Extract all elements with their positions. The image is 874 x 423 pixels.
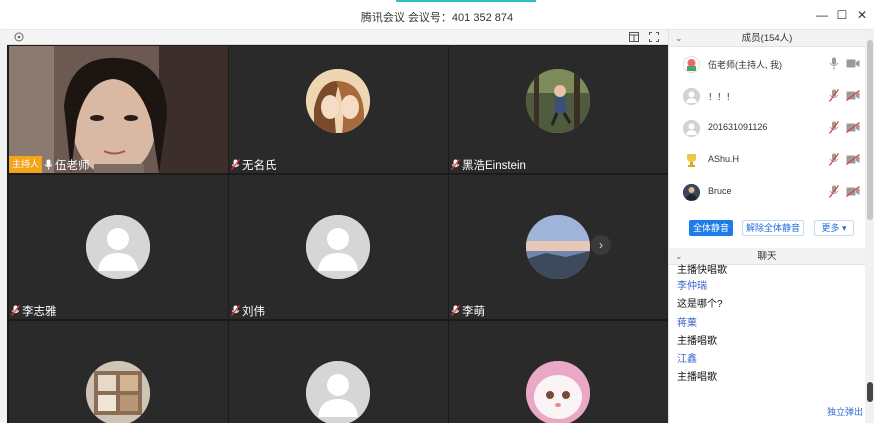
window-title: 腾讯会议 会议号：401 352 874 xyxy=(360,12,514,24)
member-row[interactable]: AShu.H xyxy=(669,144,865,176)
participant-name: 伍老师 xyxy=(55,159,90,172)
mic-muted-icon[interactable] xyxy=(829,89,839,102)
next-page-button[interactable]: › xyxy=(591,235,611,255)
collapse-icon[interactable]: ⌄ xyxy=(675,248,683,265)
mic-muted-icon[interactable] xyxy=(829,153,839,166)
tile-4-namebar: 李志雅 xyxy=(9,302,57,319)
mic-muted-icon xyxy=(11,305,20,316)
default-person-avatar xyxy=(86,215,150,279)
camera-off-icon[interactable] xyxy=(846,90,860,101)
video-options-icon[interactable] xyxy=(13,32,24,43)
toy-shelf-avatar xyxy=(86,361,150,423)
tile-2-namebar: 无名氏 xyxy=(229,156,277,173)
layout-switch-icon[interactable] xyxy=(628,32,639,43)
default-person-icon xyxy=(683,120,700,137)
chat-header[interactable]: ⌄ 聊天 xyxy=(669,248,865,265)
members-header-label: 成员(154人) xyxy=(741,33,793,44)
tile-3-namebar: 黑浩Einstein xyxy=(449,156,526,173)
member-row[interactable]: Bruce xyxy=(669,176,865,208)
video-tile-7[interactable] xyxy=(9,321,228,423)
video-tile-5[interactable]: 刘伟 xyxy=(229,175,448,319)
mic-muted-icon xyxy=(231,305,240,316)
members-scroll-thumb[interactable] xyxy=(867,40,873,220)
chat-messages: 主播快唱歌 李仲瑞 这是哪个? 蒋菓 主播唱歌 江鑫 主播唱歌 xyxy=(669,264,865,404)
default-person-avatar xyxy=(306,361,370,423)
anime-couple-avatar xyxy=(306,69,370,133)
title-accent-line xyxy=(396,0,536,2)
child-running-avatar xyxy=(526,69,590,133)
default-person-avatar xyxy=(306,215,370,279)
video-tile-3[interactable]: 黑浩Einstein xyxy=(449,46,668,173)
member-actions: 全体静音 解除全体静音 更多 ▾ xyxy=(669,218,865,238)
chat-message-text: 主播快唱歌 xyxy=(677,265,727,276)
chat-header-label: 聊天 xyxy=(757,251,777,262)
member-row[interactable]: 201631091126 xyxy=(669,112,865,144)
member-name: 伍老师(主持人, 我) xyxy=(708,60,782,70)
camera-off-icon[interactable] xyxy=(846,154,860,165)
minimize-button[interactable]: — xyxy=(814,7,830,23)
photo-avatar-icon xyxy=(683,184,700,201)
member-name: ！！！ xyxy=(708,92,736,102)
title-bar: 腾讯会议 会议号：401 352 874 — ☐ ✕ xyxy=(0,0,874,30)
mic-icon[interactable] xyxy=(829,57,839,70)
host-badge: 主持人 xyxy=(9,156,43,173)
chat-scroll-thumb[interactable] xyxy=(867,382,873,402)
video-tile-8[interactable] xyxy=(229,321,448,423)
mic-muted-icon xyxy=(451,159,460,170)
member-row[interactable]: 伍老师(主持人, 我) xyxy=(669,48,865,80)
video-tile-1[interactable]: 主持人 伍老师 xyxy=(9,46,228,173)
mic-muted-icon[interactable] xyxy=(829,121,839,134)
participant-name: 刘伟 xyxy=(242,305,265,318)
sidebar: ⌄ 成员(154人) 伍老师(主持人, 我) ！！！ 201631091126 … xyxy=(668,30,874,423)
mic-icon xyxy=(44,159,53,170)
participant-name: 李萌 xyxy=(462,305,485,318)
participant-name: 黑浩Einstein xyxy=(462,159,526,172)
camera-feed-image xyxy=(9,46,228,173)
cartoon-avatar-icon xyxy=(683,56,700,73)
maximize-button[interactable]: ☐ xyxy=(834,7,850,23)
mic-muted-icon[interactable] xyxy=(829,185,839,198)
popout-chat-link[interactable]: 独立弹出 xyxy=(827,405,863,418)
member-row[interactable]: ！！！ xyxy=(669,80,865,112)
video-tile-2[interactable]: 无名氏 xyxy=(229,46,448,173)
chat-message-text: 这是哪个? xyxy=(677,299,723,310)
sidebar-scrollbar[interactable] xyxy=(865,30,874,423)
mic-muted-icon xyxy=(231,159,240,170)
video-toolbar xyxy=(7,30,668,45)
video-grid-area: 主持人 伍老师 无名氏 黑浩Einstein 李志雅 刘伟 李萌 › xyxy=(7,30,668,423)
chat-sender: 李仲瑞 xyxy=(677,281,707,292)
fullscreen-icon[interactable] xyxy=(648,32,659,43)
video-tile-6[interactable]: 李萌 xyxy=(449,175,668,319)
chat-sender: 江鑫 xyxy=(677,354,697,365)
unmute-all-button[interactable]: 解除全体静音 xyxy=(742,220,804,236)
member-name: AShu.H xyxy=(708,154,740,164)
trophy-avatar-icon xyxy=(683,152,700,169)
default-person-icon xyxy=(683,88,700,105)
camera-off-icon[interactable] xyxy=(846,122,860,133)
video-tile-9[interactable] xyxy=(449,321,668,423)
close-button[interactable]: ✕ xyxy=(854,7,870,23)
members-header[interactable]: ⌄ 成员(154人) xyxy=(669,30,865,47)
white-cat-avatar xyxy=(526,361,590,423)
left-edge-strip xyxy=(0,30,7,423)
chat-message-text: 主播唱歌 xyxy=(677,372,717,383)
tile-6-namebar: 李萌 xyxy=(449,302,485,319)
chat-sender: 蒋菓 xyxy=(677,318,697,329)
chat-message-text: 主播唱歌 xyxy=(677,336,717,347)
member-name: Bruce xyxy=(708,186,732,196)
camera-off-icon[interactable] xyxy=(846,186,860,197)
collapse-icon[interactable]: ⌄ xyxy=(675,30,683,47)
tile-1-namebar: 主持人 伍老师 xyxy=(9,156,90,173)
sunset-sky-avatar xyxy=(526,215,590,279)
mic-muted-icon xyxy=(451,305,460,316)
participant-name: 无名氏 xyxy=(242,159,277,172)
video-tile-4[interactable]: 李志雅 xyxy=(9,175,228,319)
member-name: 201631091126 xyxy=(708,122,768,132)
more-button[interactable]: 更多 ▾ xyxy=(814,220,854,236)
mute-all-button[interactable]: 全体静音 xyxy=(689,220,733,236)
participant-name: 李志雅 xyxy=(22,305,57,318)
camera-icon[interactable] xyxy=(846,58,860,69)
tile-5-namebar: 刘伟 xyxy=(229,302,265,319)
